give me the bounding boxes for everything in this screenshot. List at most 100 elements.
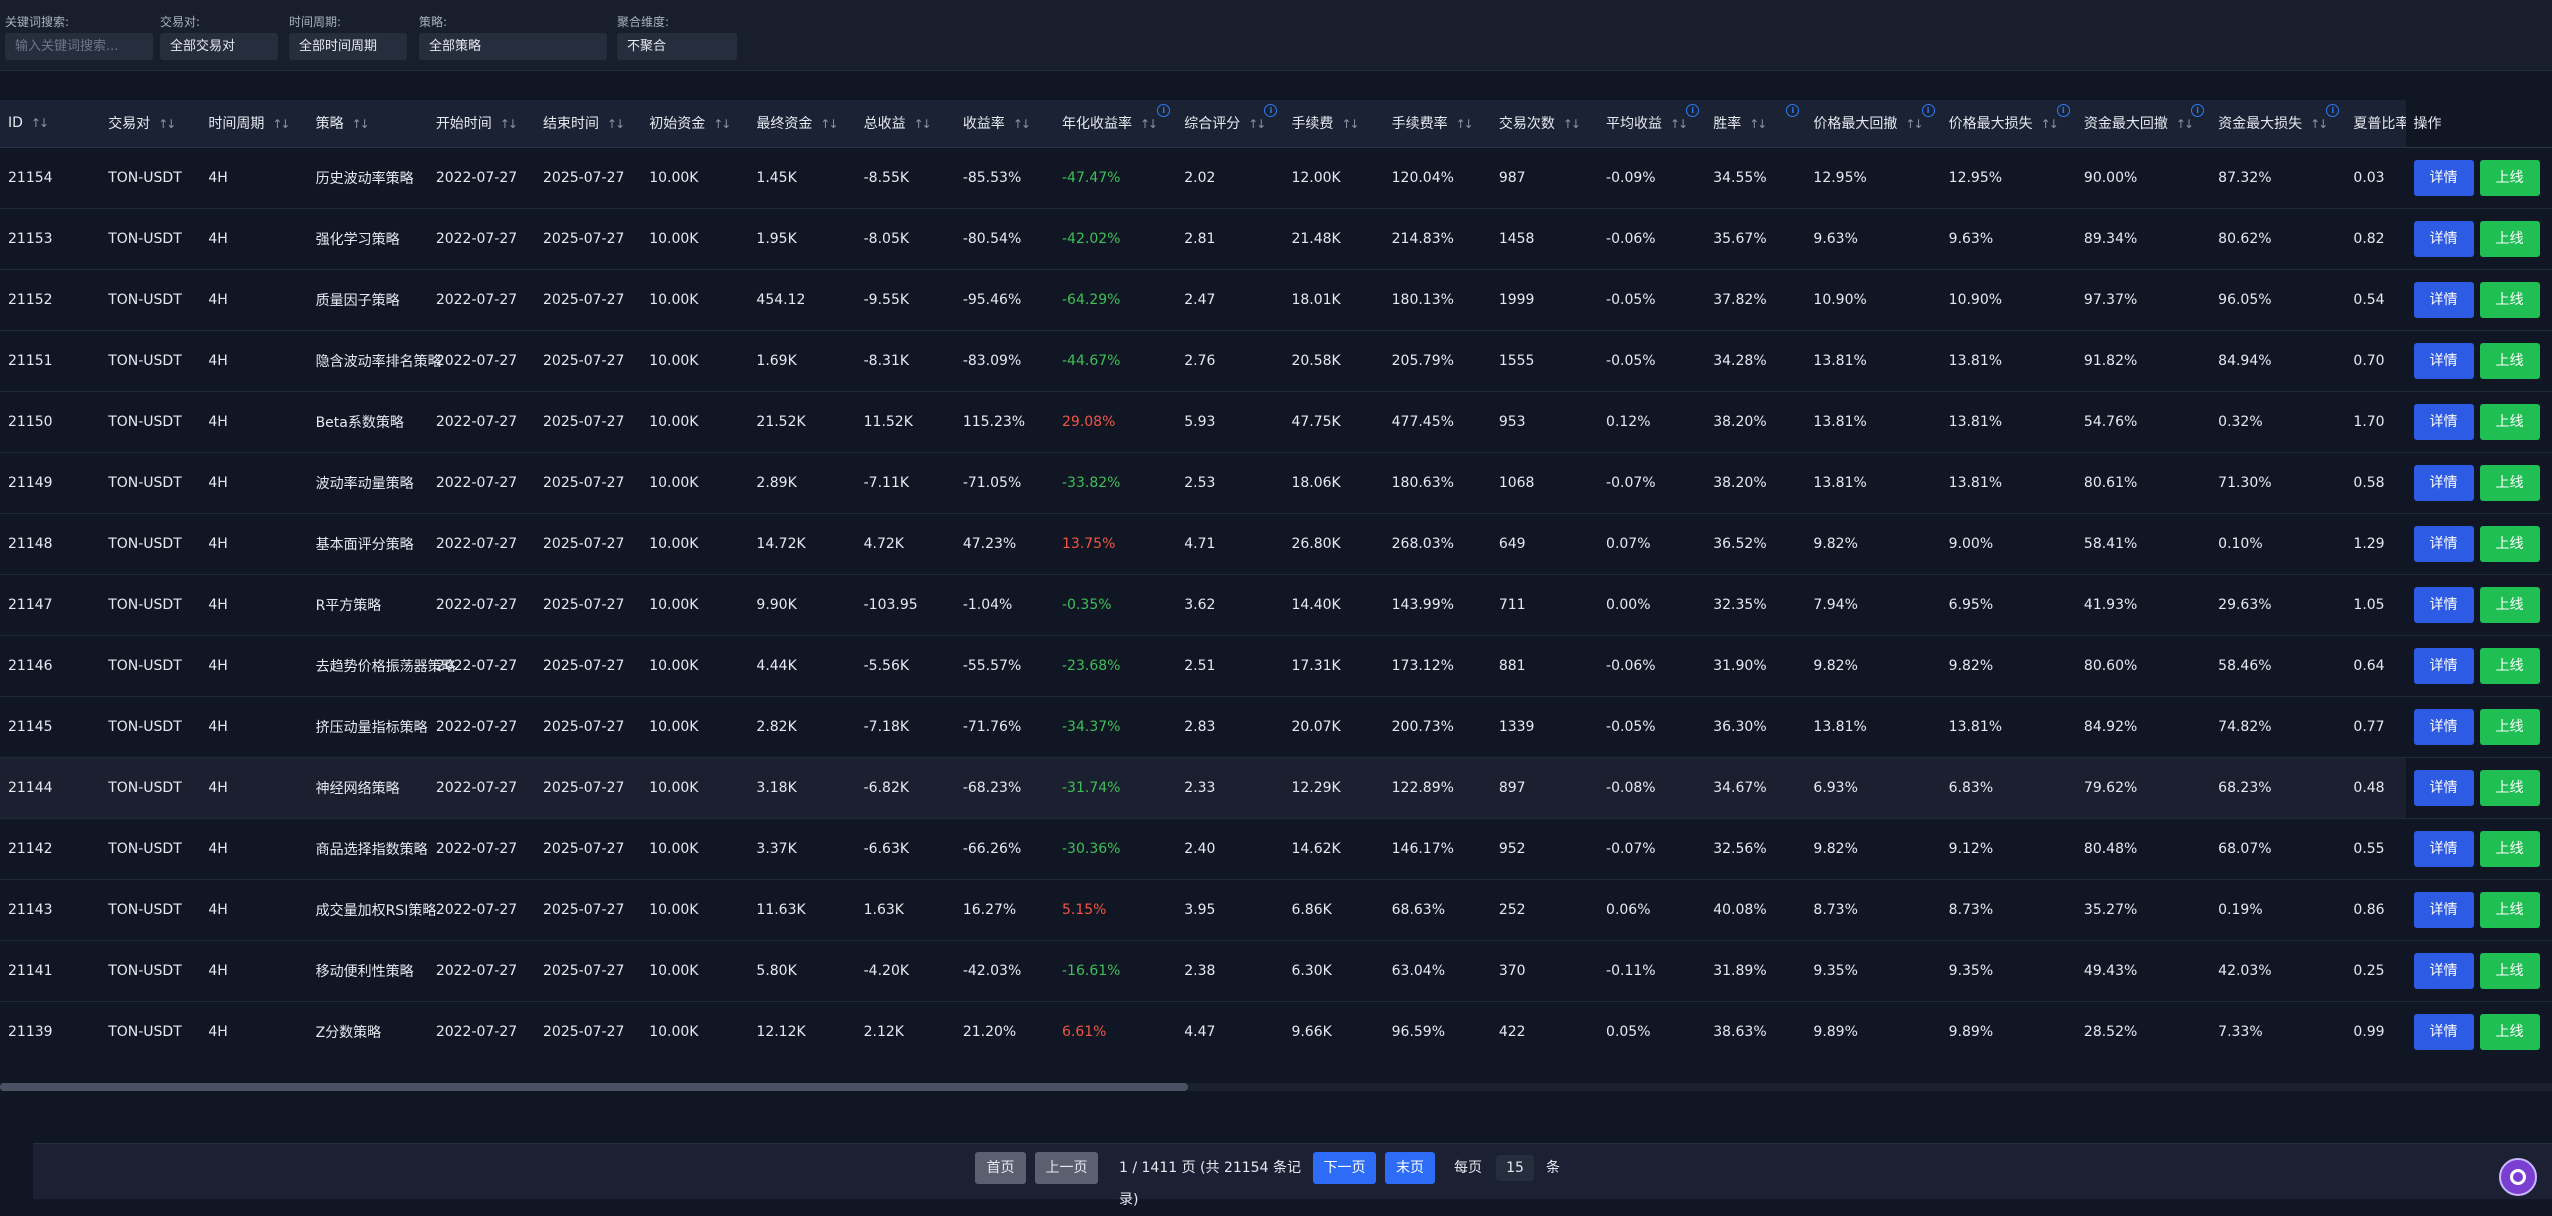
- sort-icon[interactable]: ↑↓: [1749, 117, 1767, 131]
- detail-button[interactable]: 详情: [2413, 1013, 2474, 1050]
- online-button[interactable]: 上线: [2479, 281, 2540, 318]
- column-header-22: 操作: [2405, 100, 2552, 148]
- column-header-11[interactable]: 综合评分 ↑↓ i: [1176, 100, 1284, 148]
- column-header-20[interactable]: 资金最大损失 ↑↓ i: [2210, 100, 2346, 148]
- info-icon[interactable]: i: [1264, 104, 1278, 117]
- column-header-21[interactable]: 夏普比率: [2345, 100, 2409, 148]
- column-header-10[interactable]: 年化收益率 ↑↓ i: [1054, 100, 1177, 148]
- column-header-8[interactable]: 总收益 ↑↓: [855, 100, 955, 148]
- sort-icon[interactable]: ↑↓: [1013, 117, 1031, 131]
- online-button[interactable]: 上线: [2479, 220, 2540, 257]
- online-button[interactable]: 上线: [2479, 1013, 2540, 1050]
- column-header-3[interactable]: 策略 ↑↓: [307, 100, 428, 148]
- sort-icon[interactable]: ↑↓: [713, 117, 731, 131]
- sort-icon[interactable]: ↑↓: [352, 117, 370, 131]
- online-button[interactable]: 上线: [2479, 464, 2540, 501]
- horizontal-scrollbar[interactable]: [0, 1083, 2552, 1091]
- sort-icon[interactable]: ↑↓: [1905, 117, 1923, 131]
- column-header-14[interactable]: 交易次数 ↑↓: [1490, 100, 1599, 148]
- detail-button[interactable]: 详情: [2413, 891, 2474, 928]
- column-header-18[interactable]: 价格最大损失 ↑↓ i: [1940, 100, 2076, 148]
- online-button[interactable]: 上线: [2479, 403, 2540, 440]
- sort-icon[interactable]: ↑↓: [1140, 117, 1158, 131]
- sort-icon[interactable]: ↑↓: [158, 117, 176, 131]
- sort-icon[interactable]: ↑↓: [820, 117, 838, 131]
- column-header-16[interactable]: 胜率 ↑↓ i: [1705, 100, 1806, 148]
- online-button[interactable]: 上线: [2479, 647, 2540, 684]
- detail-button[interactable]: 详情: [2413, 281, 2474, 318]
- last-page-button[interactable]: 末页: [1385, 1152, 1435, 1184]
- detail-button[interactable]: 详情: [2413, 647, 2474, 684]
- info-icon[interactable]: i: [2056, 104, 2070, 117]
- sort-icon[interactable]: ↑↓: [1456, 117, 1474, 131]
- info-icon[interactable]: i: [2191, 104, 2205, 117]
- cell-21: 1.29: [2353, 535, 2385, 552]
- column-header-9[interactable]: 收益率 ↑↓: [954, 100, 1054, 148]
- detail-button[interactable]: 详情: [2413, 464, 2474, 501]
- cell-11: 2.53: [1184, 474, 1216, 491]
- assistant-fab-button[interactable]: [2499, 1158, 2537, 1196]
- cell-19: 89.34%: [2083, 230, 2138, 247]
- period-select[interactable]: 全部时间周期: [289, 33, 407, 60]
- sort-icon[interactable]: ↑↓: [1248, 117, 1266, 131]
- info-icon[interactable]: i: [1686, 104, 1700, 117]
- online-button[interactable]: 上线: [2479, 159, 2540, 196]
- column-header-1[interactable]: 交易对 ↑↓: [100, 100, 201, 148]
- detail-button[interactable]: 详情: [2413, 525, 2474, 562]
- first-page-button[interactable]: 首页: [975, 1152, 1026, 1184]
- sort-icon[interactable]: ↑↓: [914, 117, 932, 131]
- sort-icon[interactable]: ↑↓: [2176, 117, 2194, 131]
- sort-icon[interactable]: ↑↓: [272, 117, 290, 131]
- scrollbar-thumb[interactable]: [0, 1083, 1188, 1091]
- detail-button[interactable]: 详情: [2413, 220, 2474, 257]
- online-button[interactable]: 上线: [2479, 525, 2540, 562]
- sort-icon[interactable]: ↑↓: [2310, 117, 2328, 131]
- column-header-17[interactable]: 价格最大回撤 ↑↓ i: [1805, 100, 1941, 148]
- detail-button[interactable]: 详情: [2413, 769, 2474, 806]
- column-header-2[interactable]: 时间周期 ↑↓: [200, 100, 308, 148]
- detail-button[interactable]: 详情: [2413, 708, 2474, 745]
- aggregate-select[interactable]: 不聚合: [617, 33, 737, 60]
- sort-icon[interactable]: ↑↓: [1670, 117, 1688, 131]
- online-button[interactable]: 上线: [2479, 952, 2540, 989]
- detail-button[interactable]: 详情: [2413, 952, 2474, 989]
- sort-icon[interactable]: ↑↓: [1341, 117, 1359, 131]
- column-header-4[interactable]: 开始时间 ↑↓: [427, 100, 536, 148]
- column-header-15[interactable]: 平均收益 ↑↓ i: [1598, 100, 1706, 148]
- sort-icon[interactable]: ↑↓: [1563, 117, 1581, 131]
- online-button[interactable]: 上线: [2479, 891, 2540, 928]
- detail-button[interactable]: 详情: [2413, 159, 2474, 196]
- next-page-button[interactable]: 下一页: [1313, 1152, 1376, 1184]
- online-button[interactable]: 上线: [2479, 769, 2540, 806]
- per-page-input[interactable]: 15: [1496, 1155, 1534, 1181]
- info-icon[interactable]: i: [1786, 104, 1800, 117]
- column-header-7[interactable]: 最终资金 ↑↓: [748, 100, 856, 148]
- strategy-select[interactable]: 全部策略: [419, 33, 607, 60]
- keyword-search-input[interactable]: 输入关键词搜索...: [5, 33, 153, 60]
- column-header-0[interactable]: ID ↑↓: [0, 100, 101, 148]
- column-header-13[interactable]: 手续费率 ↑↓: [1383, 100, 1491, 148]
- detail-button[interactable]: 详情: [2413, 830, 2474, 867]
- prev-page-button[interactable]: 上一页: [1035, 1152, 1098, 1184]
- column-header-19[interactable]: 资金最大回撤 ↑↓ i: [2075, 100, 2211, 148]
- sort-icon[interactable]: ↑↓: [500, 117, 518, 131]
- info-icon[interactable]: i: [1921, 104, 1935, 117]
- sort-icon[interactable]: ↑↓: [31, 116, 49, 130]
- sort-icon[interactable]: ↑↓: [2041, 117, 2059, 131]
- cell-5: 2025-07-27: [543, 352, 625, 369]
- sort-icon[interactable]: ↑↓: [607, 117, 625, 131]
- detail-button[interactable]: 详情: [2413, 403, 2474, 440]
- online-button[interactable]: 上线: [2479, 708, 2540, 745]
- cell-10: -23.68%: [1062, 657, 1121, 674]
- online-button[interactable]: 上线: [2479, 342, 2540, 379]
- column-header-5[interactable]: 结束时间 ↑↓: [535, 100, 642, 148]
- online-button[interactable]: 上线: [2479, 586, 2540, 623]
- detail-button[interactable]: 详情: [2413, 342, 2474, 379]
- pair-select[interactable]: 全部交易对: [160, 33, 278, 60]
- column-header-6[interactable]: 初始资金 ↑↓: [641, 100, 749, 148]
- detail-button[interactable]: 详情: [2413, 586, 2474, 623]
- info-icon[interactable]: i: [2326, 104, 2340, 117]
- column-header-12[interactable]: 手续费 ↑↓: [1283, 100, 1384, 148]
- online-button[interactable]: 上线: [2479, 830, 2540, 867]
- info-icon[interactable]: i: [1157, 104, 1171, 117]
